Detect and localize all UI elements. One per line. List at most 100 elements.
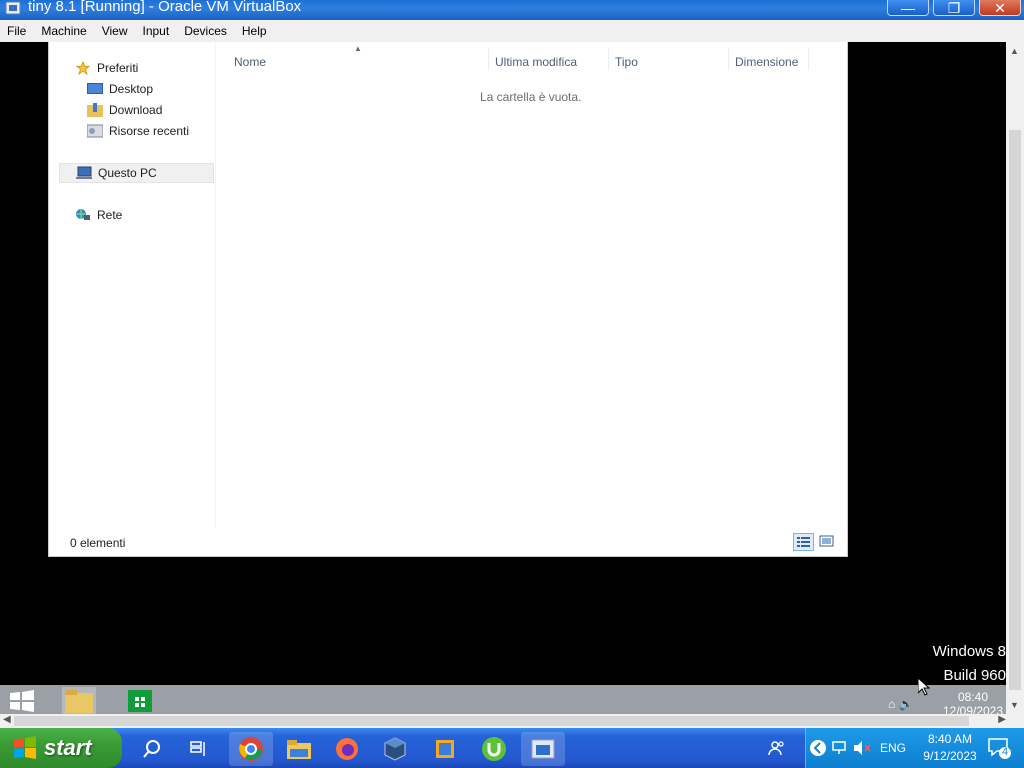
file-list-pane[interactable]: ▲ Nome Ultima modifica Tipo Dimensione L… (216, 42, 847, 522)
horizontal-scrollbar[interactable]: ◀ ▶ (0, 714, 1024, 728)
menu-help[interactable]: Help (235, 24, 275, 38)
file-explorer-taskbar-button[interactable] (277, 732, 321, 766)
host-taskbar: start ENG 8:40 AM 9/12/2023 4 (0, 728, 1024, 768)
column-separator[interactable] (808, 48, 809, 70)
nav-network[interactable]: Rete (75, 205, 215, 225)
host-clock-date: 9/12/2023 (923, 749, 977, 763)
nav-desktop-label: Desktop (109, 82, 154, 96)
search-button[interactable] (130, 732, 174, 766)
computer-icon (76, 166, 92, 179)
window-title: tiny 8.1 [Running] - Oracle VM VirtualBo… (28, 0, 302, 15)
scroll-left-icon[interactable]: ◀ (3, 714, 11, 725)
host-clock-time: 8:40 AM (927, 732, 973, 746)
column-separator[interactable] (488, 48, 489, 70)
nav-favorites-label: Preferiti (97, 61, 139, 75)
nav-network-label: Rete (97, 208, 123, 222)
column-header-name[interactable]: Nome (234, 55, 266, 69)
recent-places-icon (87, 124, 103, 138)
utorrent-icon (482, 737, 506, 761)
watermark-os: Windows 8 (932, 643, 1006, 660)
navigation-pane: Preferiti Desktop Download Risorse recen… (49, 42, 215, 522)
network-tray-icon[interactable] (830, 740, 848, 756)
minimize-button[interactable]: — (887, 0, 929, 16)
menu-file[interactable]: File (0, 24, 34, 38)
nav-this-pc-label: Questo PC (98, 166, 157, 180)
firefox-icon (336, 738, 358, 760)
desktop-icon (87, 83, 103, 94)
people-icon[interactable] (767, 738, 787, 758)
vertical-scroll-thumb[interactable] (1009, 130, 1021, 690)
nav-recent[interactable]: Risorse recenti (87, 121, 215, 141)
volume-tray-icon[interactable]: 🔈 (899, 697, 914, 711)
windows-build-watermark: Windows 8 Build 960 (933, 640, 1006, 688)
guest-clock[interactable]: 08:40 12/09/2023 (940, 690, 1006, 714)
document-app-icon (436, 740, 454, 758)
guest-tray-icons: ⌂ 🔈 (888, 697, 914, 711)
vm-window-taskbar-button[interactable] (521, 732, 565, 766)
large-icons-view-button[interactable] (817, 533, 838, 551)
large-icons-view-icon (819, 535, 834, 547)
menu-bar: File Machine View Input Devices Help (0, 20, 1024, 42)
column-separator[interactable] (728, 48, 729, 70)
menu-view[interactable]: View (95, 24, 136, 38)
action-center-button[interactable]: 4 (986, 736, 1012, 760)
scroll-right-icon[interactable]: ▶ (998, 714, 1006, 725)
nav-this-pc[interactable]: Questo PC (59, 163, 214, 183)
nav-favorites[interactable]: Preferiti (75, 58, 215, 78)
language-indicator[interactable]: ENG (880, 741, 906, 755)
maximize-icon: ❐ (947, 0, 961, 16)
guest-clock-date: 12/09/2023 (942, 704, 1004, 714)
guest-screen[interactable]: Preferiti Desktop Download Risorse recen… (0, 42, 1006, 714)
scroll-up-icon[interactable]: ▲ (1010, 46, 1019, 56)
column-separator[interactable] (608, 48, 609, 70)
mouse-cursor-icon (918, 678, 930, 696)
virtualbox-app-icon (5, 1, 21, 15)
empty-folder-message: La cartella è vuota. (480, 90, 582, 104)
menu-devices[interactable]: Devices (177, 24, 235, 38)
host-title-bar[interactable]: tiny 8.1 [Running] - Oracle VM VirtualBo… (0, 0, 1024, 20)
show-hidden-icons-icon[interactable] (809, 739, 827, 757)
menu-input[interactable]: Input (136, 24, 178, 38)
guest-clock-time: 08:40 (957, 690, 989, 704)
guest-file-explorer-button[interactable] (62, 687, 96, 714)
maximize-button[interactable]: ❐ (933, 0, 975, 16)
details-view-button[interactable] (793, 533, 814, 551)
nav-desktop[interactable]: Desktop (87, 79, 215, 99)
network-icon (76, 209, 90, 220)
task-view-icon (190, 741, 205, 756)
menu-machine[interactable]: Machine (34, 24, 94, 38)
windows-flag-icon (14, 736, 36, 759)
download-folder-icon (87, 103, 103, 117)
details-view-icon (797, 537, 810, 547)
close-button[interactable]: ✕ (979, 0, 1021, 16)
host-clock[interactable]: 8:40 AM 9/12/2023 (914, 731, 986, 765)
network-tray-icon[interactable]: ⌂ (888, 697, 895, 711)
utorrent-taskbar-button[interactable] (472, 732, 516, 766)
task-view-button[interactable] (177, 732, 221, 766)
store-icon[interactable] (126, 688, 154, 714)
app-taskbar-button[interactable] (423, 732, 467, 766)
windows-start-icon[interactable] (8, 689, 36, 713)
close-icon: ✕ (994, 0, 1006, 16)
minimize-icon: — (901, 0, 915, 16)
star-icon (75, 61, 91, 75)
notification-count: 4 (1001, 746, 1009, 758)
nav-recent-label: Risorse recenti (109, 124, 190, 138)
vm-window-icon (531, 739, 555, 759)
start-button[interactable]: start (0, 728, 122, 768)
chrome-taskbar-button[interactable] (229, 732, 273, 766)
virtualbox-taskbar-button[interactable] (373, 732, 417, 766)
firefox-taskbar-button[interactable] (325, 732, 369, 766)
vertical-scrollbar[interactable]: ▲ ▼ (1006, 42, 1024, 714)
column-header-size[interactable]: Dimensione (735, 55, 798, 69)
chrome-icon (239, 737, 263, 761)
horizontal-scroll-thumb[interactable] (14, 716, 969, 726)
column-header-modified[interactable]: Ultima modifica (495, 55, 577, 69)
system-tray: ENG 8:40 AM 9/12/2023 4 (805, 728, 1024, 768)
volume-muted-icon[interactable] (852, 740, 872, 756)
nav-download-label: Download (109, 103, 163, 117)
scroll-down-icon[interactable]: ▼ (1010, 700, 1019, 710)
nav-download[interactable]: Download (87, 100, 215, 120)
virtualbox-icon (384, 737, 406, 761)
column-header-type[interactable]: Tipo (615, 55, 638, 69)
